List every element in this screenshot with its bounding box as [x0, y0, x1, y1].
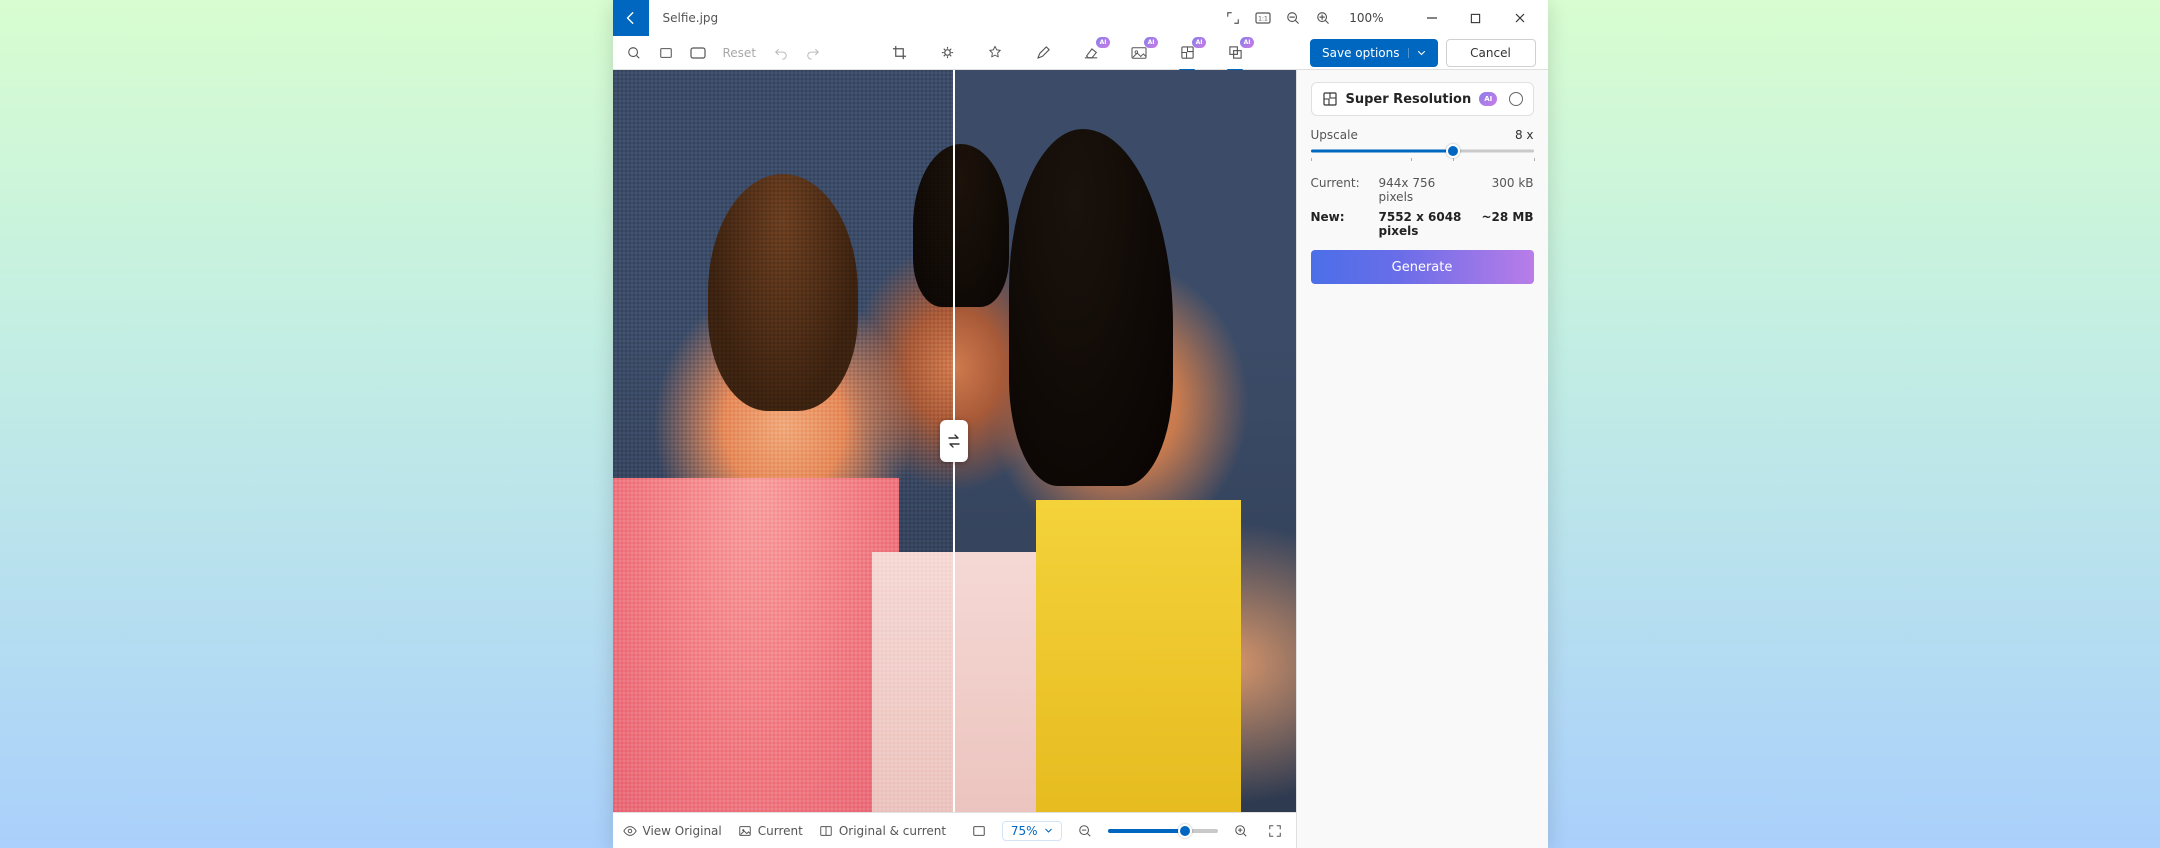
current-dimensions: 944x 756 pixels	[1379, 176, 1470, 204]
ai-badge-icon: AI	[1144, 37, 1158, 48]
fit-screen-icon[interactable]	[655, 42, 677, 64]
resolution-icon	[1322, 91, 1338, 107]
upscale-section: Upscale 8 x	[1311, 128, 1534, 160]
minimize-button[interactable]	[1410, 0, 1454, 36]
toolbar-center: AI AI AI AI	[888, 42, 1246, 64]
super-resolution-tab-icon[interactable]: AI	[1176, 42, 1198, 64]
cancel-button[interactable]: Cancel	[1446, 39, 1536, 67]
toolbar-left: Reset	[623, 42, 825, 64]
zoom-out-icon[interactable]	[1285, 10, 1301, 26]
chevron-down-icon[interactable]	[1408, 48, 1426, 58]
new-filesize: ~28 MB	[1478, 210, 1534, 238]
markup-icon[interactable]	[1032, 42, 1054, 64]
app-window: Selfie.jpg 1:1 100%	[613, 0, 1548, 848]
super-resolution-card[interactable]: Super Resolution AI	[1311, 82, 1534, 116]
body: View Original Current Original & current…	[613, 70, 1548, 848]
panel-title: Super Resolution	[1346, 92, 1472, 107]
canvas-zoom-value: 75%	[1011, 824, 1038, 838]
ai-badge-icon: AI	[1240, 37, 1254, 48]
image-icon	[738, 824, 752, 838]
current-filesize: 300 kB	[1478, 176, 1534, 204]
split-icon	[819, 824, 833, 838]
svg-text:1:1: 1:1	[1258, 16, 1268, 23]
toolbar: Reset AI AI AI AI	[613, 36, 1548, 70]
fit-icon[interactable]	[968, 820, 990, 842]
arrow-left-icon	[624, 11, 638, 25]
title-bar-right: 1:1 100%	[1225, 0, 1547, 36]
footer-zoom-out-icon[interactable]	[1074, 820, 1096, 842]
current-size-row: Current: 944x 756 pixels 300 kB	[1311, 176, 1534, 204]
actual-size-icon[interactable]	[687, 42, 709, 64]
canvas-area: View Original Current Original & current…	[613, 70, 1296, 848]
upscale-header: Upscale 8 x	[1311, 128, 1534, 142]
canvas-footer: View Original Current Original & current…	[613, 812, 1296, 848]
side-panel: Super Resolution AI Upscale 8 x	[1296, 70, 1548, 848]
adjust-icon[interactable]	[936, 42, 958, 64]
maximize-button[interactable]	[1454, 0, 1498, 36]
slider-thumb[interactable]	[1178, 824, 1192, 838]
swap-icon	[946, 432, 962, 450]
view-original-button[interactable]: View Original	[623, 824, 722, 838]
view-current-label: Current	[758, 824, 803, 838]
zoom-in-icon[interactable]	[1315, 10, 1331, 26]
ai-badge-icon: AI	[1192, 37, 1206, 48]
ai-badge-icon: AI	[1479, 92, 1497, 106]
ai-badge-icon: AI	[1096, 37, 1110, 48]
new-size-row: New: 7552 x 6048 pixels ~28 MB	[1311, 210, 1534, 238]
canvas-zoom-slider[interactable]	[1108, 829, 1218, 833]
save-options-button[interactable]: Save options	[1310, 39, 1437, 67]
aspect-ratio-icon[interactable]: 1:1	[1255, 10, 1271, 26]
view-original-label: View Original	[643, 824, 722, 838]
crop-icon[interactable]	[888, 42, 910, 64]
reset-button[interactable]: Reset	[719, 46, 761, 60]
view-compare-label: Original & current	[839, 824, 946, 838]
upscale-label: Upscale	[1311, 128, 1358, 142]
zoom-tool-icon[interactable]	[623, 42, 645, 64]
zoom-level[interactable]: 100%	[1345, 11, 1387, 25]
chevron-down-icon	[1044, 826, 1053, 835]
toolbar-right: Save options Cancel	[1310, 39, 1535, 67]
erase-ai-icon[interactable]: AI	[1080, 42, 1102, 64]
window-controls	[1410, 0, 1542, 36]
upscale-slider[interactable]	[1311, 142, 1534, 160]
radio-toggle[interactable]	[1509, 92, 1523, 106]
current-label: Current:	[1311, 176, 1371, 204]
new-dimensions: 7552 x 6048 pixels	[1379, 210, 1470, 238]
slider-thumb[interactable]	[1446, 144, 1460, 158]
back-button[interactable]	[613, 0, 649, 36]
compare-handle[interactable]	[940, 420, 968, 462]
fullscreen-icon[interactable]	[1264, 820, 1286, 842]
filter-icon[interactable]	[984, 42, 1006, 64]
footer-zoom-in-icon[interactable]	[1230, 820, 1252, 842]
image-canvas[interactable]	[613, 70, 1296, 812]
size-info: Current: 944x 756 pixels 300 kB New: 755…	[1311, 176, 1534, 238]
new-label: New:	[1311, 210, 1371, 238]
undo-icon[interactable]	[770, 42, 792, 64]
generate-button[interactable]: Generate	[1311, 250, 1534, 284]
view-current-button[interactable]: Current	[738, 824, 803, 838]
background-ai-icon[interactable]: AI	[1128, 42, 1150, 64]
redo-icon[interactable]	[802, 42, 824, 64]
footer-right: 75%	[968, 820, 1286, 842]
title-bar: Selfie.jpg 1:1 100%	[613, 0, 1548, 36]
close-button[interactable]	[1498, 0, 1542, 36]
generate-label: Generate	[1392, 260, 1453, 275]
generative-ai-icon[interactable]: AI	[1224, 42, 1246, 64]
upscale-value: 8 x	[1515, 128, 1534, 142]
canvas-zoom-dropdown[interactable]: 75%	[1002, 821, 1062, 841]
view-compare-button[interactable]: Original & current	[819, 824, 946, 838]
file-name: Selfie.jpg	[663, 11, 719, 25]
expand-icon[interactable]	[1225, 10, 1241, 26]
save-label: Save options	[1322, 46, 1399, 60]
eye-icon	[623, 824, 637, 838]
